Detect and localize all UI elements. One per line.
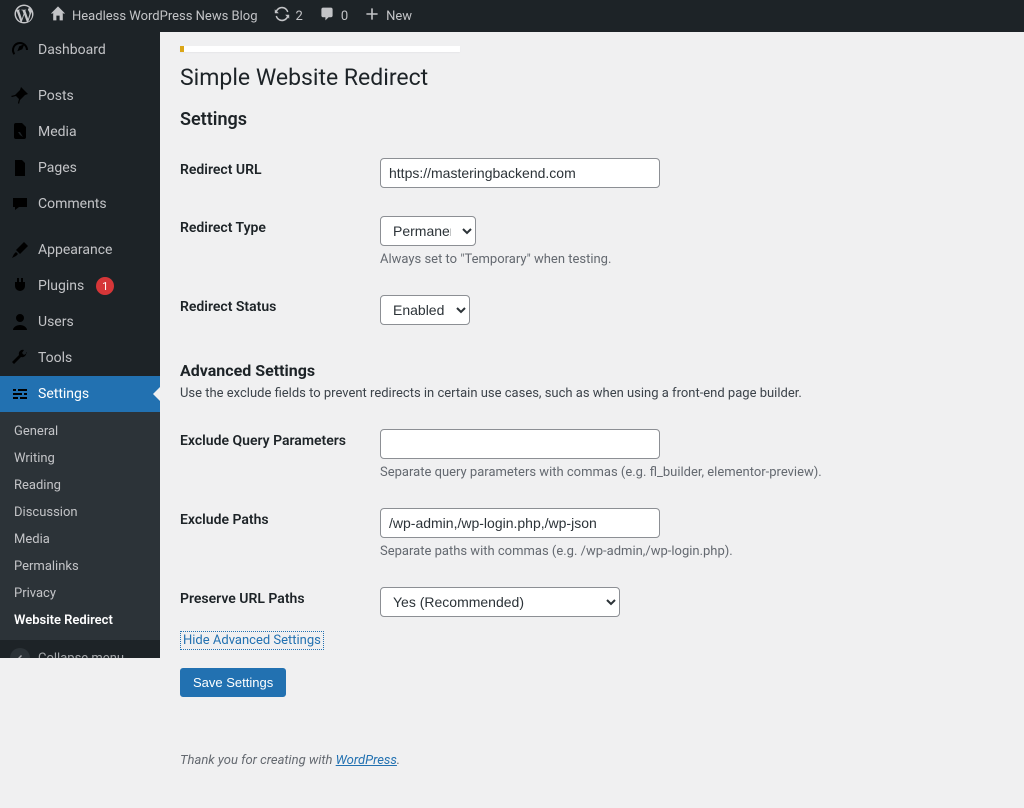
redirect-status-label: Redirect Status <box>180 281 380 339</box>
sidebar-item-users[interactable]: Users <box>0 304 160 340</box>
admin-bar: Headless WordPress News Blog 2 0 New <box>0 0 1024 32</box>
exclude-query-input[interactable] <box>380 429 660 459</box>
pin-icon <box>10 86 30 106</box>
sidebar-item-posts[interactable]: Posts <box>0 78 160 114</box>
updates-link[interactable]: 2 <box>266 0 311 32</box>
submenu-reading[interactable]: Reading <box>0 472 160 499</box>
plugins-update-badge: 1 <box>96 277 114 295</box>
admin-notice <box>180 46 460 52</box>
collapse-menu-button[interactable]: Collapse menu <box>0 640 160 658</box>
refresh-icon <box>274 6 290 26</box>
redirect-type-label: Redirect Type <box>180 202 380 281</box>
brush-icon <box>10 240 30 260</box>
collapse-label: Collapse menu <box>38 651 124 659</box>
footer-suffix: . <box>397 753 400 768</box>
page-title: Simple Website Redirect <box>180 64 1004 91</box>
redirect-url-label: Redirect URL <box>180 144 380 202</box>
user-icon <box>10 312 30 332</box>
exclude-paths-input[interactable] <box>380 508 660 538</box>
media-icon <box>10 122 30 142</box>
sidebar-item-label: Settings <box>38 386 89 402</box>
sliders-icon <box>10 384 30 404</box>
updates-count: 2 <box>296 9 303 24</box>
redirect-type-help: Always set to "Temporary" when testing. <box>380 252 994 267</box>
admin-sidebar: Dashboard Posts Media Pages Comments App… <box>0 32 160 658</box>
sidebar-item-label: Comments <box>38 196 107 212</box>
sidebar-item-tools[interactable]: Tools <box>0 340 160 376</box>
sidebar-item-label: Posts <box>38 88 74 104</box>
sidebar-item-plugins[interactable]: Plugins 1 <box>0 268 160 304</box>
site-name: Headless WordPress News Blog <box>72 9 258 24</box>
exclude-paths-label: Exclude Paths <box>180 494 380 573</box>
advanced-desc: Use the exclude fields to prevent redire… <box>180 386 1004 401</box>
sidebar-item-pages[interactable]: Pages <box>0 150 160 186</box>
sidebar-item-label: Tools <box>38 350 72 366</box>
toggle-advanced-link[interactable]: Hide Advanced Settings <box>180 631 324 650</box>
save-settings-button[interactable]: Save Settings <box>180 668 286 697</box>
admin-footer: Thank you for creating with WordPress. <box>180 753 1004 768</box>
submenu-writing[interactable]: Writing <box>0 445 160 472</box>
advanced-form: Exclude Query Parameters Separate query … <box>180 415 1004 631</box>
settings-submenu: General Writing Reading Discussion Media… <box>0 412 160 640</box>
site-name-link[interactable]: Headless WordPress News Blog <box>42 0 266 32</box>
footer-wordpress-link[interactable]: WordPress <box>336 753 397 768</box>
sidebar-item-dashboard[interactable]: Dashboard <box>0 32 160 68</box>
pages-icon <box>10 158 30 178</box>
preserve-paths-select[interactable]: Yes (Recommended) <box>380 587 620 617</box>
redirect-url-input[interactable] <box>380 158 660 188</box>
sidebar-item-comments[interactable]: Comments <box>0 186 160 222</box>
settings-heading: Settings <box>180 109 1004 130</box>
sidebar-item-label: Users <box>38 314 74 330</box>
dashboard-icon <box>10 40 30 60</box>
new-label: New <box>386 9 412 24</box>
wordpress-icon <box>14 4 34 28</box>
advanced-heading: Advanced Settings <box>180 361 1004 380</box>
wordpress-logo[interactable] <box>6 0 42 32</box>
sidebar-item-label: Pages <box>38 160 77 176</box>
home-icon <box>50 6 66 26</box>
exclude-paths-help: Separate paths with commas (e.g. /wp-adm… <box>380 544 994 559</box>
submenu-permalinks[interactable]: Permalinks <box>0 553 160 580</box>
plus-icon <box>364 6 380 26</box>
sidebar-item-label: Plugins <box>38 278 84 294</box>
preserve-paths-label: Preserve URL Paths <box>180 573 380 631</box>
comments-count: 0 <box>341 9 348 24</box>
sidebar-item-settings[interactable]: Settings <box>0 376 160 412</box>
wrench-icon <box>10 348 30 368</box>
sidebar-item-label: Appearance <box>38 242 112 258</box>
sidebar-item-label: Dashboard <box>38 42 106 58</box>
sidebar-item-media[interactable]: Media <box>0 114 160 150</box>
plugin-icon <box>10 276 30 296</box>
sidebar-item-appearance[interactable]: Appearance <box>0 232 160 268</box>
settings-form: Redirect URL Redirect Type Permanent Alw… <box>180 144 1004 339</box>
collapse-icon <box>10 648 30 658</box>
new-content-link[interactable]: New <box>356 0 420 32</box>
exclude-query-help: Separate query parameters with commas (e… <box>380 465 994 480</box>
submenu-general[interactable]: General <box>0 418 160 445</box>
submenu-media[interactable]: Media <box>0 526 160 553</box>
exclude-query-label: Exclude Query Parameters <box>180 415 380 494</box>
admin-content: Simple Website Redirect Settings Redirec… <box>160 0 1024 808</box>
comment-icon <box>319 6 335 26</box>
submenu-discussion[interactable]: Discussion <box>0 499 160 526</box>
submenu-website-redirect[interactable]: Website Redirect <box>0 607 160 634</box>
sidebar-item-label: Media <box>38 124 77 140</box>
submenu-privacy[interactable]: Privacy <box>0 580 160 607</box>
comments-link[interactable]: 0 <box>311 0 356 32</box>
redirect-status-select[interactable]: Enabled <box>380 295 470 325</box>
footer-prefix: Thank you for creating with <box>180 753 336 768</box>
comments-icon <box>10 194 30 214</box>
redirect-type-select[interactable]: Permanent <box>380 216 476 246</box>
